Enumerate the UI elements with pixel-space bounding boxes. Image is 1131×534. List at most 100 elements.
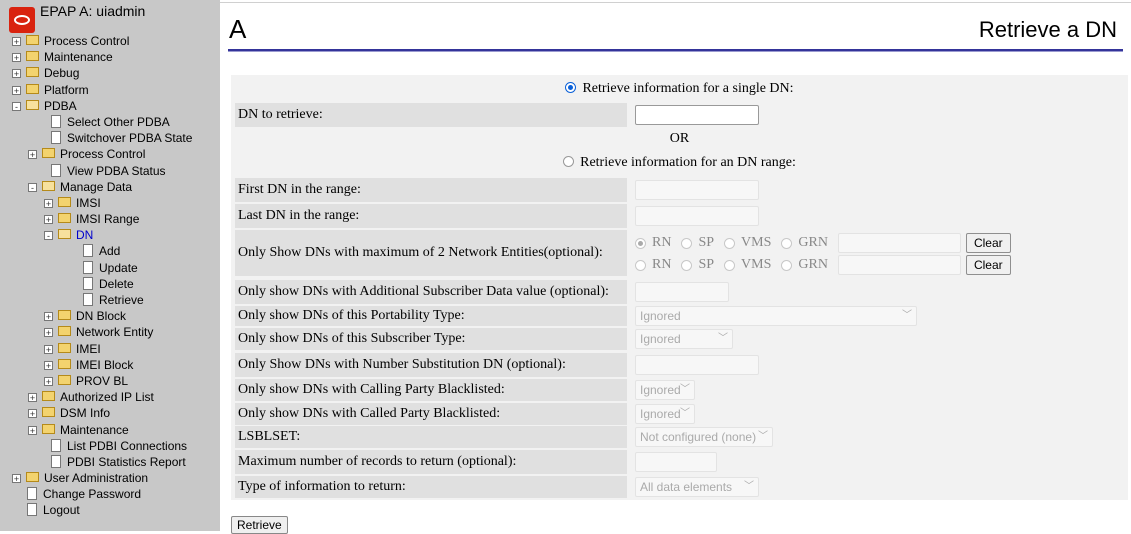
expand-icon[interactable]: +	[44, 360, 53, 370]
expand-icon[interactable]: +	[44, 312, 53, 322]
subscriber-row: Only show DNs of this Subscriber Type: I…	[231, 328, 1128, 350]
ne1-clear-button[interactable]: Clear	[965, 233, 1011, 253]
nav-item[interactable]: + Maintenance	[0, 422, 220, 438]
nav-item[interactable]: Update	[0, 260, 220, 276]
expand-icon[interactable]: +	[28, 150, 37, 160]
portability-label: Only show DNs of this Portability Type:	[235, 306, 627, 326]
nav-item[interactable]: + Process Control	[0, 146, 220, 162]
first-dn-label: First DN in the range:	[235, 178, 627, 202]
nav-item-label: Logout	[43, 503, 80, 518]
portability-row: Only show DNs of this Portability Type: …	[231, 306, 1128, 326]
nav-item[interactable]: Delete	[0, 276, 220, 292]
nav-item-label: Maintenance	[44, 50, 113, 65]
portability-select[interactable]: Ignored ﹀	[635, 306, 917, 326]
lsblset-row: LSBLSET: Not configured (none) ﹀	[231, 426, 1128, 448]
asd-input[interactable]	[635, 282, 729, 302]
range-radio[interactable]	[563, 156, 575, 167]
nav-item[interactable]: + IMSI	[0, 195, 220, 211]
single-dn-option: Retrieve information for a single DN:	[231, 81, 1128, 99]
nav-item[interactable]: + DSM Info	[0, 405, 220, 421]
nav-item[interactable]: Select Other PDBA	[0, 114, 220, 130]
called-row: Only show DNs with Called Party Blacklis…	[231, 403, 1128, 425]
collapse-icon[interactable]: -	[44, 231, 53, 241]
nav-item[interactable]: + IMSI Range	[0, 211, 220, 227]
nav-item[interactable]: + Platform	[0, 82, 220, 98]
nav-item[interactable]: List PDBI Connections	[0, 438, 220, 454]
nav-item[interactable]: + PROV BL	[0, 373, 220, 389]
calling-select[interactable]: Ignored ﹀	[635, 380, 695, 400]
nav-item[interactable]: + Network Entity	[0, 324, 220, 340]
ne1-value-input[interactable]	[837, 233, 961, 253]
single-dn-radio[interactable]	[565, 82, 577, 93]
nav-item[interactable]: + Process Control	[0, 33, 220, 49]
nsdn-input[interactable]	[635, 355, 759, 375]
nav-item[interactable]: Switchover PDBA State	[0, 130, 220, 146]
lsblset-select[interactable]: Not configured (none) ﹀	[635, 427, 773, 447]
nav-item[interactable]: View PDBA Status	[0, 163, 220, 179]
collapse-icon[interactable]: -	[12, 101, 21, 111]
nav-item[interactable]: Add	[0, 243, 220, 259]
top-divider	[220, 2, 1131, 3]
called-select[interactable]: Ignored ﹀	[635, 404, 695, 424]
nav-item[interactable]: - DN	[0, 227, 220, 243]
expand-icon[interactable]: +	[12, 53, 21, 63]
ne1-rn-radio[interactable]	[635, 237, 646, 249]
nav-item[interactable]: + IMEI Block	[0, 357, 220, 373]
expand-icon[interactable]: +	[28, 393, 37, 403]
subscriber-value: Ignored	[640, 332, 681, 346]
ne2-vms-radio[interactable]	[724, 259, 736, 271]
nav-item[interactable]: + Debug	[0, 65, 220, 81]
nav-item[interactable]: - Manage Data	[0, 179, 220, 195]
portability-value: Ignored	[640, 309, 681, 323]
expand-icon[interactable]: +	[12, 85, 21, 95]
lsblset-value: Not configured (none)	[640, 430, 757, 444]
nav-item[interactable]: Change Password	[0, 486, 220, 502]
ne1-vms-radio[interactable]	[724, 237, 736, 249]
last-dn-input[interactable]	[635, 206, 759, 226]
ne2-clear-button[interactable]: Clear	[965, 255, 1011, 275]
info-type-select[interactable]: All data elements ﹀	[635, 477, 759, 497]
ne1-sp-label: SP	[698, 235, 715, 250]
retrieve-button[interactable]: Retrieve	[231, 516, 288, 534]
page-icon	[27, 503, 37, 517]
first-dn-input[interactable]	[635, 180, 759, 200]
expand-icon[interactable]: +	[44, 198, 53, 208]
nav-item[interactable]: + DN Block	[0, 308, 220, 324]
expand-icon[interactable]: +	[44, 376, 53, 386]
nsdn-row: Only Show DNs with Number Substitution D…	[231, 353, 1128, 377]
ne2-grn-radio[interactable]	[781, 259, 793, 271]
page-icon	[83, 276, 93, 290]
nav-item[interactable]: Retrieve	[0, 292, 220, 308]
nav-item[interactable]: + Authorized IP List	[0, 389, 220, 405]
expand-icon[interactable]: +	[12, 37, 21, 47]
ne2-rn-radio[interactable]	[635, 259, 646, 271]
subscriber-select[interactable]: Ignored ﹀	[635, 329, 733, 349]
expand-icon[interactable]: +	[12, 69, 21, 79]
expand-icon[interactable]: +	[12, 474, 21, 484]
nav-item[interactable]: Logout	[0, 502, 220, 518]
expand-icon[interactable]: +	[44, 215, 53, 225]
nav-item[interactable]: + Maintenance	[0, 49, 220, 65]
page-icon	[27, 487, 37, 501]
ne2-value-input[interactable]	[837, 255, 961, 275]
nav-item[interactable]: PDBI Statistics Report	[0, 454, 220, 470]
max-records-input[interactable]	[635, 452, 717, 472]
page-icon	[83, 260, 93, 274]
nav-item[interactable]: - PDBA	[0, 98, 220, 114]
expand-icon[interactable]: +	[28, 425, 37, 435]
first-dn-row: First DN in the range:	[231, 178, 1128, 202]
expand-icon[interactable]: +	[44, 344, 53, 354]
nav-tree: + Process Control + Maintenance + Debug + Platf…	[0, 33, 220, 519]
folder-open-icon	[58, 229, 71, 240]
expand-icon[interactable]: +	[28, 409, 37, 419]
nav-item[interactable]: + IMEI	[0, 341, 220, 357]
called-label: Only show DNs with Called Party Blacklis…	[235, 403, 627, 425]
ne1-grn-radio[interactable]	[781, 237, 793, 249]
dn-row: DN to retrieve:	[231, 103, 1128, 127]
ne2-sp-radio[interactable]	[681, 259, 693, 271]
collapse-icon[interactable]: -	[28, 182, 37, 192]
nav-item[interactable]: + User Administration	[0, 470, 220, 486]
ne1-sp-radio[interactable]	[681, 237, 693, 249]
dn-input[interactable]	[635, 105, 759, 125]
expand-icon[interactable]: +	[44, 328, 53, 338]
